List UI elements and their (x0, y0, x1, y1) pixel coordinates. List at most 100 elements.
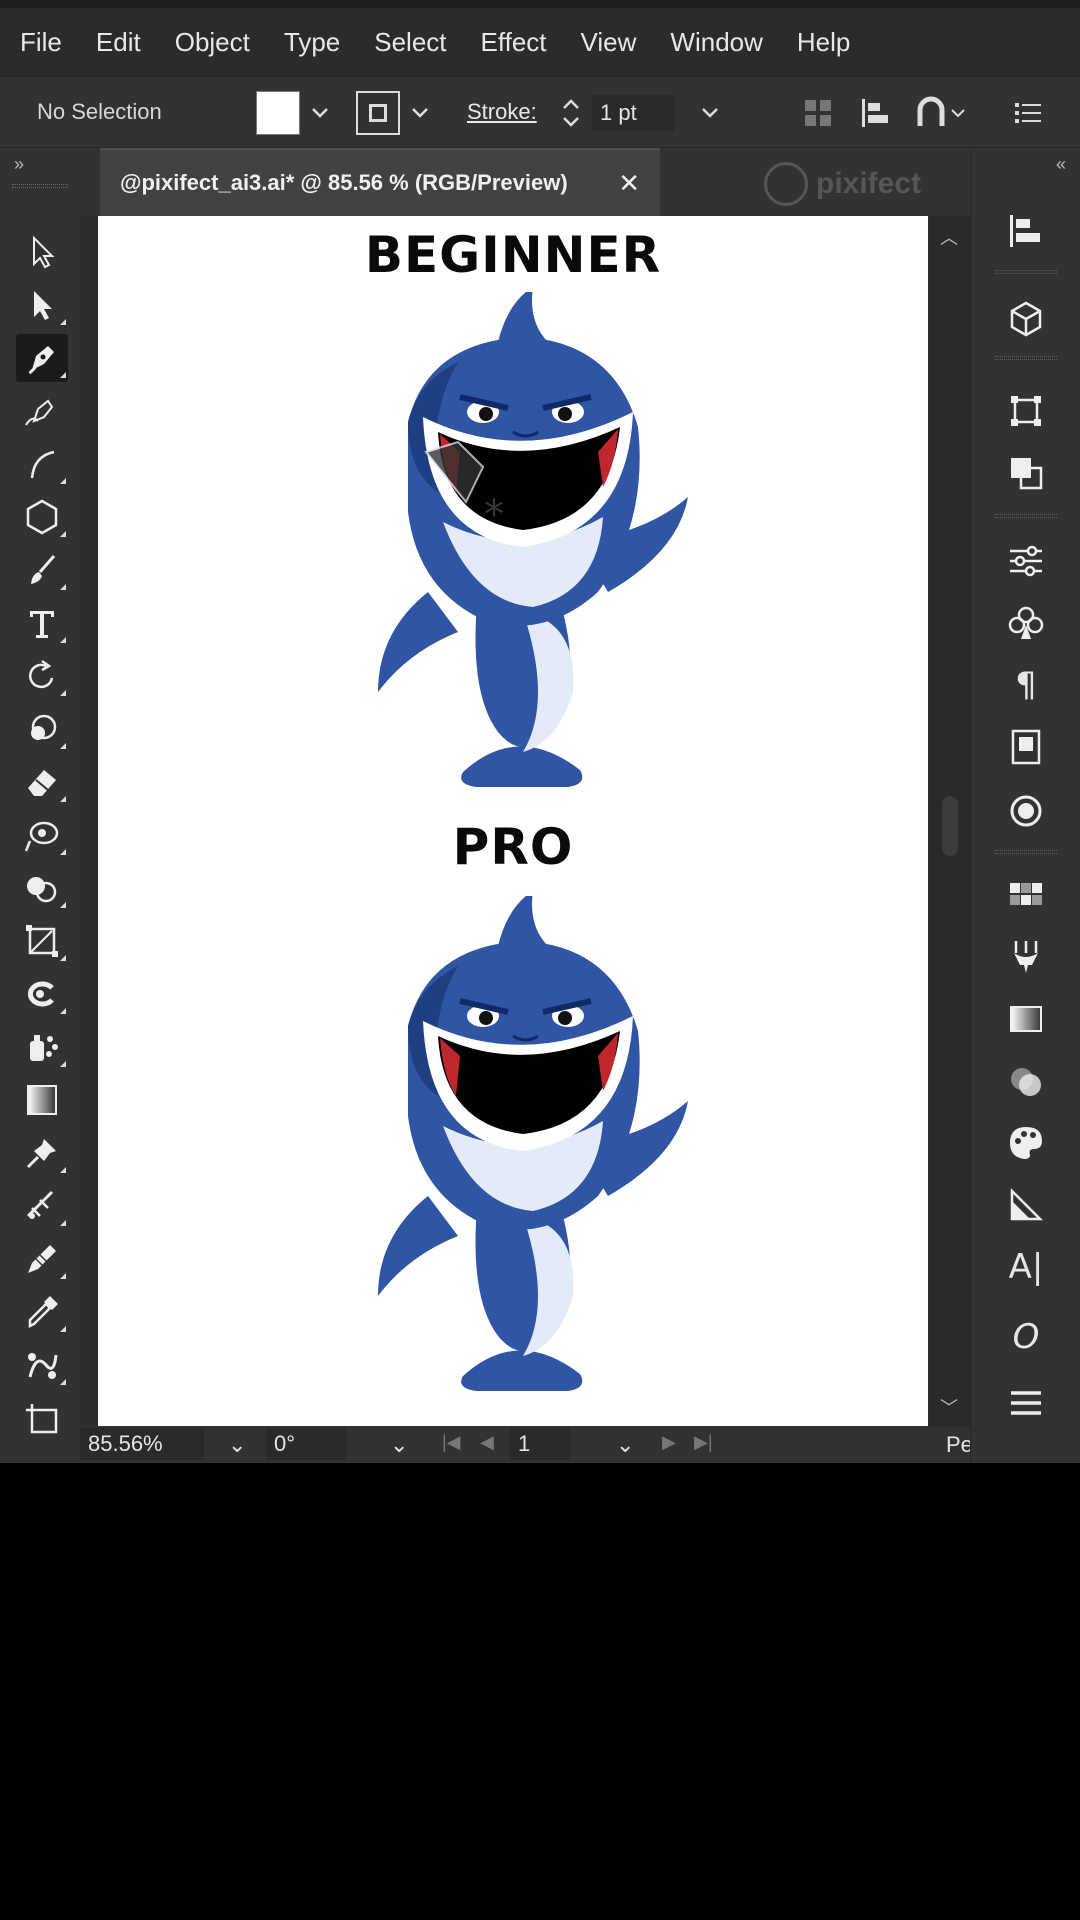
tools-panel: » (0, 148, 80, 1463)
watermark-logo-icon (764, 162, 808, 206)
panel-separator (995, 356, 1057, 360)
eyedropper-tool-icon[interactable] (16, 1288, 68, 1336)
rotation-dropdown-chevron-icon[interactable]: ⌄ (390, 1432, 408, 1458)
graphic-styles-icon[interactable] (1003, 1182, 1049, 1228)
zoom-level-field[interactable]: 85.56% (80, 1428, 204, 1460)
menu-file[interactable]: File (20, 27, 62, 58)
previous-artboard-icon[interactable]: ◀ (480, 1432, 494, 1453)
scrollbar-thumb[interactable] (942, 796, 958, 856)
character-icon[interactable]: A| (1003, 1244, 1049, 1290)
collapse-panel-icon[interactable]: » (14, 154, 24, 175)
gradient-tool-icon[interactable] (16, 1076, 68, 1124)
warp-tool-icon[interactable] (16, 970, 68, 1018)
polygon-tool-icon[interactable] (16, 493, 68, 541)
libraries-icon[interactable] (1003, 724, 1049, 770)
paragraph-glyph: ¶ (1015, 665, 1037, 705)
symbol-sprayer-tool-icon[interactable] (16, 1023, 68, 1071)
direct-selection-tool-icon[interactable] (16, 281, 68, 329)
color-palette-icon[interactable] (1003, 1120, 1049, 1166)
menu-effect[interactable]: Effect (481, 27, 547, 58)
scale-tool-icon[interactable] (16, 705, 68, 753)
stroke-weight-input[interactable] (592, 95, 674, 131)
title-strip (0, 0, 1080, 8)
align-icon[interactable] (1003, 208, 1049, 254)
artboard[interactable]: BEGINNER * PRO (98, 216, 928, 1426)
control-bar: No Selection Stroke: (0, 76, 1080, 148)
menu-edit[interactable]: Edit (96, 27, 141, 58)
puppet-warp-tool-icon[interactable] (16, 811, 68, 859)
panel-separator (995, 850, 1057, 854)
watermark-text: pixifect (816, 167, 922, 200)
brushes-icon[interactable] (1003, 934, 1049, 980)
eraser-tool-icon[interactable] (16, 758, 68, 806)
stroke-color-swatch[interactable] (356, 91, 400, 135)
swatches-icon[interactable] (1003, 872, 1049, 918)
vertical-scrollbar[interactable]: ︿ ﹀ (930, 216, 970, 1426)
pencil-tool-icon[interactable] (16, 1235, 68, 1283)
panel-menu-icon[interactable] (1010, 95, 1046, 131)
gradient-panel-icon[interactable] (1003, 996, 1049, 1042)
paintbrush-tool-icon[interactable] (16, 546, 68, 594)
appearance-icon[interactable] (1003, 788, 1049, 834)
menu-view[interactable]: View (581, 27, 637, 58)
zoom-dropdown-chevron-icon[interactable]: ⌄ (228, 1432, 246, 1458)
fill-dropdown-chevron-icon[interactable] (306, 93, 334, 133)
menu-icon[interactable] (1003, 1380, 1049, 1426)
document-tab-bar: @pixifect_ai3.ai* @ 85.56 % (RGB/Preview… (80, 148, 970, 216)
artboard-tool-icon[interactable] (16, 1394, 68, 1442)
shark-illustration-beginner[interactable]: * (348, 292, 698, 792)
fill-color-swatch[interactable] (256, 91, 300, 135)
scroll-up-icon[interactable]: ︿ (940, 224, 958, 250)
curvature-tool-icon[interactable] (16, 387, 68, 435)
shark-illustration-pro[interactable] (348, 896, 698, 1396)
arc-tool-icon[interactable] (16, 440, 68, 488)
collapse-right-panel-icon[interactable]: « (1056, 154, 1066, 175)
menu-window[interactable]: Window (670, 27, 762, 58)
scroll-down-icon[interactable]: ﹀ (940, 1394, 958, 1420)
warp-arc-icon[interactable] (912, 95, 972, 131)
transparency-icon[interactable] (1003, 1058, 1049, 1104)
document-tab[interactable]: @pixifect_ai3.ai* @ 85.56 % (RGB/Preview… (100, 148, 660, 216)
canvas-area[interactable]: BEGINNER * PRO ︿ ﹀ (80, 216, 970, 1426)
menu-type[interactable]: Type (284, 27, 340, 58)
shape-builder-tool-icon[interactable] (16, 864, 68, 912)
close-icon[interactable]: ✕ (618, 168, 640, 199)
menu-select[interactable]: Select (374, 27, 446, 58)
watermark: pixifect (764, 162, 921, 206)
selection-tool-icon[interactable] (16, 228, 68, 276)
align-left-icon[interactable] (858, 95, 894, 131)
3d-cube-icon[interactable] (1003, 296, 1049, 342)
artboard-dropdown-chevron-icon[interactable]: ⌄ (616, 1432, 634, 1458)
artboard-crop-tool-icon[interactable] (16, 917, 68, 965)
menu-help[interactable]: Help (797, 27, 850, 58)
stroke-dropdown-chevron-icon[interactable] (406, 93, 434, 133)
panel-grip[interactable] (12, 184, 68, 188)
blend-tool-icon[interactable] (16, 1341, 68, 1389)
next-artboard-icon[interactable]: ▶ (662, 1432, 676, 1453)
transform-icon[interactable] (1003, 388, 1049, 434)
pathfinder-icon[interactable] (1003, 450, 1049, 496)
opentype-icon[interactable]: O (1003, 1314, 1049, 1360)
type-tool-icon[interactable] (16, 599, 68, 647)
letterbox-area (0, 1463, 1080, 1920)
measure-tool-icon[interactable] (16, 1182, 68, 1230)
artboard-number-field[interactable]: 1 (510, 1428, 570, 1460)
rotation-field[interactable]: 0° (266, 1428, 346, 1460)
pen-tool-icon[interactable] (16, 334, 68, 382)
symbols-club-icon[interactable] (1003, 600, 1049, 646)
properties-sliders-icon[interactable] (1003, 538, 1049, 584)
pin-tool-icon[interactable] (16, 1129, 68, 1177)
first-artboard-icon[interactable]: |◀ (442, 1432, 461, 1453)
last-artboard-icon[interactable]: ▶| (694, 1432, 713, 1453)
status-info-label[interactable]: Pe (946, 1432, 973, 1458)
document-tab-title: @pixifect_ai3.ai* @ 85.56 % (RGB/Preview… (120, 170, 568, 195)
svg-text:*: * (484, 492, 504, 538)
align-grid-icon[interactable] (800, 95, 836, 131)
menu-object[interactable]: Object (175, 27, 250, 58)
stroke-label[interactable]: Stroke: (467, 99, 537, 125)
rotate-tool-icon[interactable] (16, 652, 68, 700)
paragraph-icon[interactable]: ¶ (1003, 662, 1049, 708)
stroke-weight-spinner-icon[interactable] (556, 93, 586, 133)
menu-bar: File Edit Object Type Select Effect View… (0, 8, 1080, 76)
stroke-weight-dropdown-chevron-icon[interactable] (696, 93, 724, 133)
